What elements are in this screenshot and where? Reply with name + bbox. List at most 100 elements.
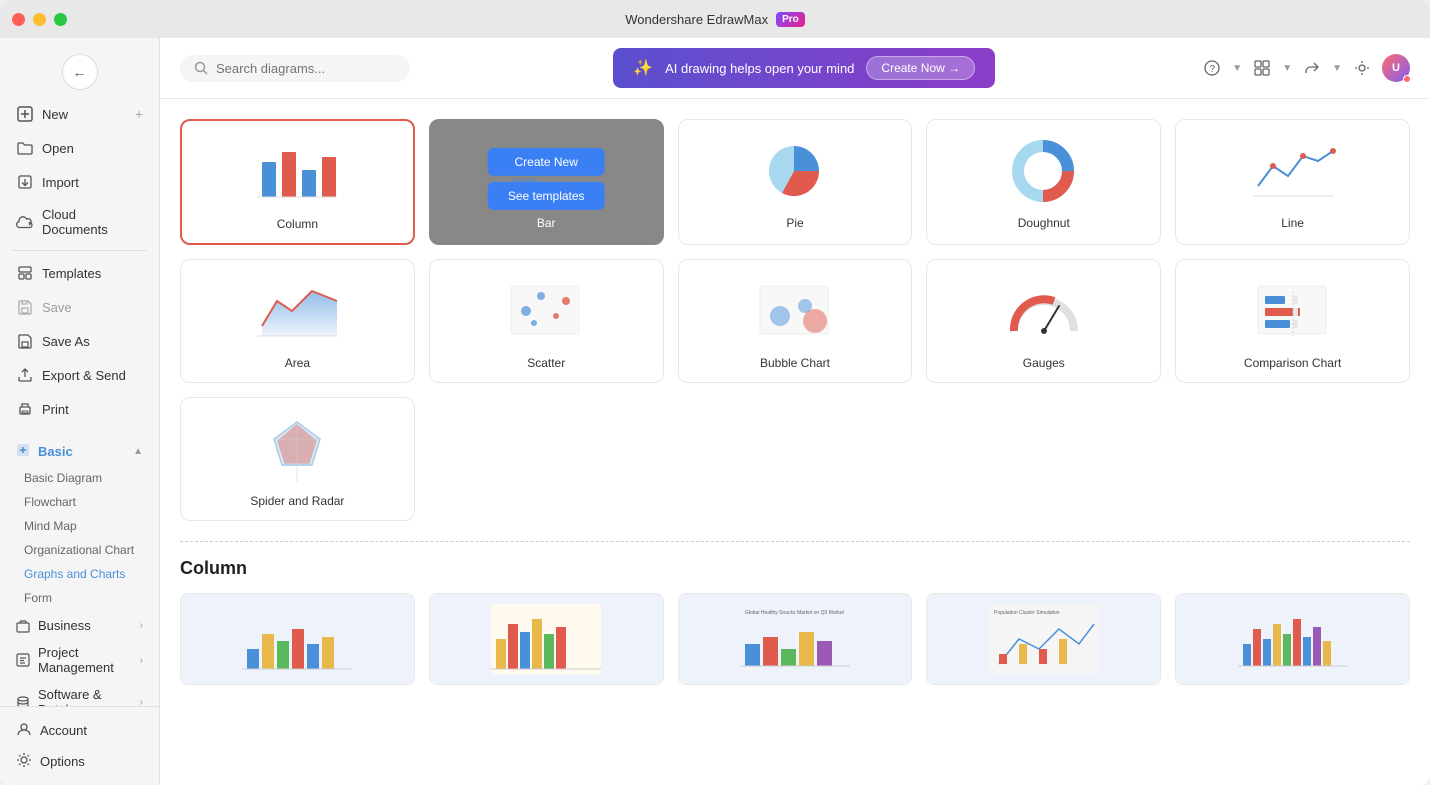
search-box[interactable] <box>180 55 410 82</box>
nav-child-org-chart[interactable]: Organizational Chart <box>16 538 151 562</box>
nav-child-basic-diagram[interactable]: Basic Diagram <box>16 466 151 490</box>
app-window: Wondershare EdrawMax Pro ← New <box>0 0 1430 785</box>
chart-card-bubble[interactable]: Bubble Chart <box>678 259 913 383</box>
sidebar-item-save[interactable]: Save <box>8 291 151 323</box>
comparison-thumb <box>1248 276 1338 346</box>
sidebar-item-export[interactable]: Export & Send <box>8 359 151 391</box>
sidebar-item-label-account: Account <box>40 723 87 738</box>
minimize-button[interactable] <box>33 13 46 26</box>
layout-button[interactable] <box>1248 54 1276 82</box>
pro-badge: Pro <box>776 12 805 27</box>
template-card-3[interactable]: Global Healthy Snacks Market on Q3 Marke… <box>678 593 913 685</box>
notification-badge <box>1403 75 1411 83</box>
help-dropdown-icon: ▼ <box>1232 63 1242 74</box>
nav-group-basic: Basic ▲ Basic Diagram Flowchart Mind Map… <box>8 437 151 610</box>
window-title: Wondershare EdrawMax Pro <box>625 12 805 27</box>
sidebar-nav-top: New + Open Import <box>0 98 159 244</box>
see-templates-button[interactable]: See templates <box>488 182 605 210</box>
titlebar: Wondershare EdrawMax Pro <box>0 0 1430 38</box>
scatter-thumb <box>501 276 591 346</box>
new-icon <box>16 105 34 123</box>
settings-button[interactable] <box>1348 54 1376 82</box>
sidebar: ← New + Open <box>0 38 160 785</box>
create-new-button[interactable]: Create New <box>488 148 605 176</box>
chart-label-bubble: Bubble Chart <box>760 356 830 370</box>
template-thumb-3: Global Healthy Snacks Market on Q3 Marke… <box>679 594 912 684</box>
chart-label-pie: Pie <box>786 216 803 230</box>
sidebar-item-options[interactable]: Options <box>8 746 151 777</box>
chart-label-area: Area <box>285 356 310 370</box>
sidebar-divider-1 <box>12 250 147 251</box>
sidebar-item-templates[interactable]: Templates <box>8 257 151 289</box>
hover-overlay: Create New See templates <box>488 148 605 210</box>
search-input[interactable] <box>216 61 396 76</box>
nav-child-form[interactable]: Form <box>16 586 151 610</box>
chart-label-doughnut: Doughnut <box>1018 216 1070 230</box>
chart-card-comparison[interactable]: Comparison Chart <box>1175 259 1410 383</box>
sidebar-item-account[interactable]: Account <box>8 715 151 746</box>
chart-label-spider: Spider and Radar <box>250 494 344 508</box>
nav-child-graphs-charts[interactable]: Graphs and Charts <box>16 562 151 586</box>
chart-card-pie[interactable]: Pie <box>678 119 913 245</box>
sidebar-item-open[interactable]: Open <box>8 132 151 164</box>
chart-label-bar: Bar <box>537 216 556 230</box>
line-thumb <box>1248 136 1338 206</box>
gauges-thumb <box>999 276 1089 346</box>
svg-text:?: ? <box>1210 64 1216 75</box>
sidebar-item-label-save-as: Save As <box>42 334 90 349</box>
svg-text:Population Cluster Simulation: Population Cluster Simulation <box>994 610 1060 616</box>
nav-group-basic-label: Basic <box>38 444 73 459</box>
template-thumb-5 <box>1176 594 1409 684</box>
nav-group-basic-header[interactable]: Basic ▲ <box>8 437 151 466</box>
chart-card-gauges[interactable]: Gauges <box>926 259 1161 383</box>
sidebar-item-print[interactable]: Print <box>8 393 151 425</box>
sidebar-item-save-as[interactable]: Save As <box>8 325 151 357</box>
sidebar-item-import[interactable]: Import <box>8 166 151 198</box>
chart-card-area[interactable]: Area <box>180 259 415 383</box>
ai-create-button[interactable]: Create Now → <box>866 56 975 80</box>
svg-text:Global Healthy Snacks Market o: Global Healthy Snacks Market on Q3 Marke… <box>745 610 845 616</box>
chart-card-line[interactable]: Line <box>1175 119 1410 245</box>
template-thumb-4: Population Cluster Simulation <box>927 594 1160 684</box>
sidebar-section-main: Basic ▲ Basic Diagram Flowchart Mind Map… <box>0 433 159 706</box>
spider-thumb <box>252 414 342 484</box>
help-button[interactable]: ? <box>1198 54 1226 82</box>
chart-label-column: Column <box>277 217 318 231</box>
chevron-right-icon-sw: › <box>140 697 143 707</box>
chart-card-bar[interactable]: Create New See templates Bar <box>429 119 664 245</box>
template-card-2[interactable] <box>429 593 664 685</box>
template-card-1[interactable] <box>180 593 415 685</box>
chart-card-scatter[interactable]: Scatter <box>429 259 664 383</box>
area-thumb <box>252 276 342 346</box>
import-icon <box>16 173 34 191</box>
template-card-4[interactable]: Population Cluster Simulation <box>926 593 1161 685</box>
chart-card-doughnut[interactable]: Doughnut <box>926 119 1161 245</box>
share-dropdown-icon: ▼ <box>1332 63 1342 74</box>
sidebar-item-cloud[interactable]: Cloud Documents <box>8 200 151 244</box>
nav-item-project-mgmt[interactable]: Project Management › <box>8 639 151 681</box>
user-avatar[interactable]: U <box>1382 54 1410 82</box>
template-thumb-2 <box>430 594 663 684</box>
chart-card-spider[interactable]: Spider and Radar <box>180 397 415 521</box>
nav-child-mind-map[interactable]: Mind Map <box>16 514 151 538</box>
chart-label-gauges: Gauges <box>1023 356 1065 370</box>
sidebar-item-label-import: Import <box>42 175 79 190</box>
back-button[interactable]: ← <box>62 54 98 90</box>
sidebar-back: ← <box>0 46 159 98</box>
chart-card-column[interactable]: Column <box>180 119 415 245</box>
ai-banner-text: AI drawing helps open your mind <box>665 61 854 76</box>
nav-child-flowchart[interactable]: Flowchart <box>16 490 151 514</box>
traffic-lights <box>12 13 67 26</box>
chart-grid: Column Create New <box>180 119 1410 521</box>
share-button[interactable] <box>1298 54 1326 82</box>
nav-item-software-db[interactable]: Software & Database › <box>8 681 151 706</box>
templates-icon <box>16 264 34 282</box>
maximize-button[interactable] <box>54 13 67 26</box>
chart-label-scatter: Scatter <box>527 356 565 370</box>
close-button[interactable] <box>12 13 25 26</box>
sidebar-item-new[interactable]: New + <box>8 98 151 130</box>
bubble-thumb <box>750 276 840 346</box>
ai-banner: ✨ AI drawing helps open your mind Create… <box>613 48 995 88</box>
template-card-5[interactable] <box>1175 593 1410 685</box>
nav-item-business[interactable]: Business › <box>8 612 151 639</box>
